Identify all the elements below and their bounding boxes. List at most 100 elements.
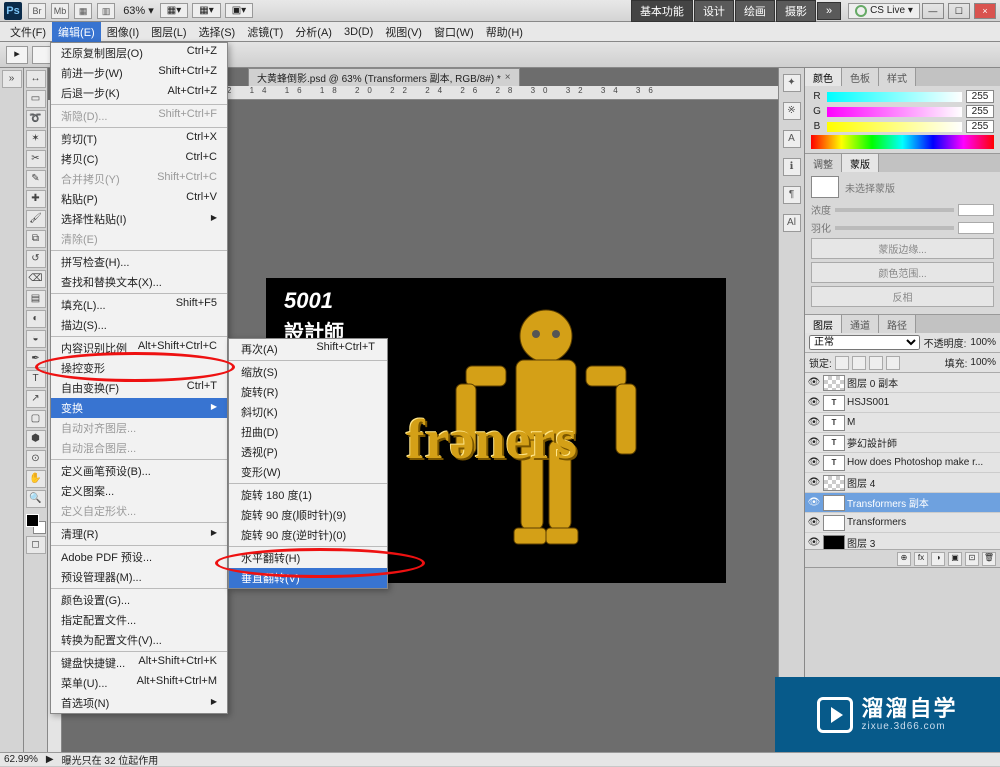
dock-icon-3[interactable]: A	[783, 130, 801, 148]
workspace-tab-essentials[interactable]: 基本功能	[631, 0, 693, 22]
edit-menu-item[interactable]: 键盘快捷键...Alt+Shift+Ctrl+K	[51, 653, 227, 673]
workspace-tab-photography[interactable]: 摄影	[776, 0, 816, 22]
fill-value[interactable]: 100%	[970, 357, 996, 368]
tab-icon[interactable]: »	[2, 70, 22, 88]
pen-tool-icon[interactable]: ✒	[26, 350, 46, 368]
brush-tool-icon[interactable]: 🖌	[26, 210, 46, 228]
edit-menu-item[interactable]: 剪切(T)Ctrl+X	[51, 129, 227, 149]
status-zoom[interactable]: 62.99%	[4, 754, 38, 765]
visibility-eye-icon[interactable]: 👁	[807, 397, 821, 408]
menu-window[interactable]: 窗口(W)	[428, 22, 480, 42]
visibility-eye-icon[interactable]: 👁	[807, 437, 821, 448]
menu-filter[interactable]: 滤镜(T)	[241, 22, 289, 42]
bridge-icon[interactable]: Br	[28, 3, 46, 19]
panel-tab-layers[interactable]: 图层	[805, 315, 842, 333]
history-brush-icon[interactable]: ↺	[26, 250, 46, 268]
layer-row[interactable]: 👁图层 0 副本	[805, 373, 1000, 393]
visibility-eye-icon[interactable]: 👁	[807, 377, 821, 388]
edit-menu-item[interactable]: 描边(S)...	[51, 315, 227, 335]
workspace-tab-design[interactable]: 设计	[694, 0, 734, 22]
edit-menu-item[interactable]: 查找和替换文本(X)...	[51, 272, 227, 292]
eraser-tool-icon[interactable]: ⌫	[26, 270, 46, 288]
density-input[interactable]	[958, 204, 994, 216]
visibility-eye-icon[interactable]: 👁	[807, 477, 821, 488]
visibility-eye-icon[interactable]: 👁	[807, 517, 821, 528]
opacity-value[interactable]: 100%	[970, 337, 996, 348]
shape-tool-icon[interactable]: ▢	[26, 410, 46, 428]
invert-button[interactable]: 反相	[811, 286, 994, 307]
healing-tool-icon[interactable]: ✚	[26, 190, 46, 208]
view-drop-3[interactable]: ▣▾	[225, 3, 253, 18]
transform-menu-item[interactable]: 旋转(R)	[229, 382, 387, 402]
layer-row[interactable]: 👁图层 4	[805, 473, 1000, 493]
panel-tab-adjustments[interactable]: 调整	[805, 154, 842, 172]
window-close-button[interactable]: ×	[974, 3, 996, 19]
edit-menu-item[interactable]: 清理(R)	[51, 524, 227, 544]
color-r-slider[interactable]	[827, 92, 962, 102]
extras-icon[interactable]: ▥	[97, 3, 115, 19]
blend-mode-select[interactable]: 正常	[809, 335, 920, 350]
layer-row[interactable]: 👁THSJS001	[805, 393, 1000, 413]
workspace-tab-painting[interactable]: 绘画	[735, 0, 775, 22]
screen-mode-icon[interactable]: ▦	[74, 3, 92, 19]
transform-menu-item[interactable]: 再次(A)Shift+Ctrl+T	[229, 339, 387, 359]
color-swatch[interactable]	[26, 514, 46, 534]
color-spectrum-strip[interactable]	[811, 135, 994, 149]
edit-menu-item[interactable]: 定义图案...	[51, 481, 227, 501]
mask-edge-button[interactable]: 蒙版边缘...	[811, 238, 994, 259]
edit-menu-item[interactable]: 操控变形	[51, 358, 227, 378]
transform-menu-item[interactable]: 旋转 90 度(顺时针)(9)	[229, 505, 387, 525]
dock-icon-1[interactable]: ✦	[783, 74, 801, 92]
hand-tool-icon[interactable]: ✋	[26, 470, 46, 488]
layer-row[interactable]: 👁图层 3	[805, 533, 1000, 549]
menu-select[interactable]: 选择(S)	[193, 22, 242, 42]
edit-menu-item[interactable]: 菜单(U)...Alt+Shift+Ctrl+M	[51, 673, 227, 693]
move-tool-icon[interactable]: ↔	[26, 70, 46, 88]
layer-row[interactable]: 👁T夢幻設計師	[805, 433, 1000, 453]
auto-select-toggle[interactable]	[32, 46, 52, 64]
link-layers-icon[interactable]: ⊕	[897, 552, 911, 566]
new-group-icon[interactable]: ▣	[948, 552, 962, 566]
lock-all-icon[interactable]	[886, 356, 900, 370]
transform-menu-item[interactable]: 缩放(S)	[229, 362, 387, 382]
transform-menu-item[interactable]: 斜切(K)	[229, 402, 387, 422]
edit-menu-item[interactable]: 首选项(N)	[51, 693, 227, 713]
layer-mask-icon[interactable]: ◑	[931, 552, 945, 566]
dock-icon-6[interactable]: Al	[783, 214, 801, 232]
transform-menu-item[interactable]: 旋转 90 度(逆时针)(0)	[229, 525, 387, 545]
edit-menu-item[interactable]: 转换为配置文件(V)...	[51, 630, 227, 650]
delete-layer-icon[interactable]: 🗑	[982, 552, 996, 566]
color-g-value[interactable]: 255	[966, 105, 994, 118]
edit-menu-item[interactable]: 颜色设置(G)...	[51, 590, 227, 610]
panel-tab-styles[interactable]: 样式	[879, 68, 916, 86]
transform-menu-item[interactable]: 变形(W)	[229, 462, 387, 482]
view-drop-1[interactable]: ▦▾	[160, 3, 188, 18]
color-b-value[interactable]: 255	[966, 120, 994, 133]
workspace-more[interactable]: »	[817, 2, 841, 20]
path-tool-icon[interactable]: ↗	[26, 390, 46, 408]
wand-tool-icon[interactable]: ✶	[26, 130, 46, 148]
layer-row[interactable]: 👁TM	[805, 413, 1000, 433]
dodge-tool-icon[interactable]: ◒	[26, 330, 46, 348]
quickmask-icon[interactable]: ◻	[26, 536, 46, 554]
feather-input[interactable]	[958, 222, 994, 234]
menu-file[interactable]: 文件(F)	[4, 22, 52, 42]
edit-menu-item[interactable]: 选择性粘贴(I)	[51, 209, 227, 229]
transform-menu-item[interactable]: 扭曲(D)	[229, 422, 387, 442]
menu-layer[interactable]: 图层(L)	[145, 22, 192, 42]
edit-menu-item[interactable]: 自由变换(F)Ctrl+T	[51, 378, 227, 398]
edit-menu-item[interactable]: 粘贴(P)Ctrl+V	[51, 189, 227, 209]
edit-menu-item[interactable]: 定义画笔预设(B)...	[51, 461, 227, 481]
panel-tab-swatches[interactable]: 色板	[842, 68, 879, 86]
layer-fx-icon[interactable]: fx	[914, 552, 928, 566]
blur-tool-icon[interactable]: ◐	[26, 310, 46, 328]
edit-menu-item[interactable]: Adobe PDF 预设...	[51, 547, 227, 567]
lock-transparency-icon[interactable]	[835, 356, 849, 370]
move-tool-preset[interactable]: ▸	[6, 46, 28, 64]
menu-image[interactable]: 图像(I)	[101, 22, 145, 42]
edit-menu-item[interactable]: 变换	[51, 398, 227, 418]
menu-analysis[interactable]: 分析(A)	[289, 22, 338, 42]
camera-tool-icon[interactable]: ⊙	[26, 450, 46, 468]
crop-tool-icon[interactable]: ✂	[26, 150, 46, 168]
color-b-slider[interactable]	[827, 122, 962, 132]
